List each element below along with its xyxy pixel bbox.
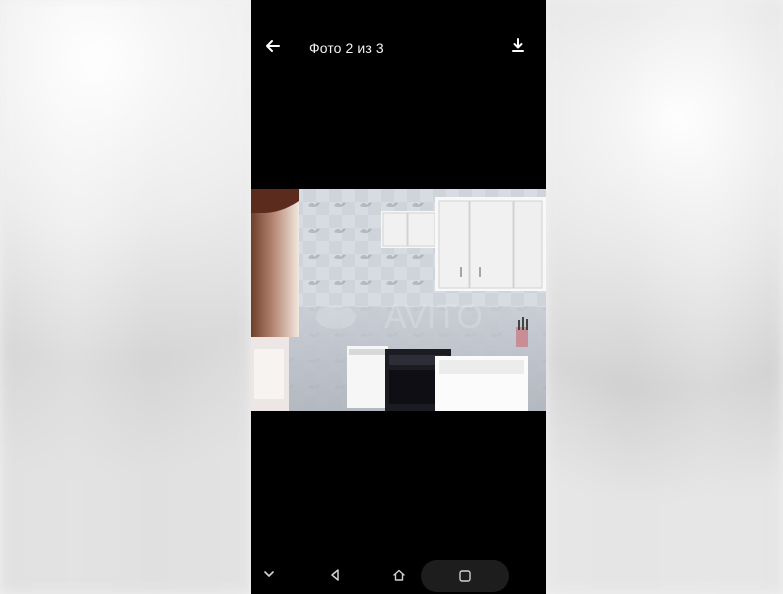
kitchen-photo[interactable]: AVITO (251, 189, 546, 411)
recent-apps-icon (459, 570, 471, 582)
kitchen-photo-image: AVITO (251, 189, 546, 411)
watermark-label: AVITO (384, 298, 483, 336)
download-button[interactable] (506, 34, 530, 58)
chevron-down-icon (264, 571, 274, 577)
screenshot-canvas: Фото 2 из 3 AVITO (0, 0, 783, 594)
system-home-button[interactable] (388, 564, 410, 586)
nav-collapse-button[interactable] (259, 564, 279, 584)
blurred-left-background (0, 0, 251, 594)
photo-counter-title: Фото 2 из 3 (309, 40, 384, 56)
triangle-back-icon (331, 569, 339, 581)
download-icon (512, 38, 524, 52)
system-back-button[interactable] (324, 564, 346, 586)
home-icon (393, 569, 405, 581)
top-bar: Фото 2 из 3 (251, 0, 546, 72)
blurred-right-background (546, 0, 783, 594)
phone-viewer: Фото 2 из 3 AVITO (251, 0, 546, 594)
recent-apps-button[interactable] (421, 560, 509, 592)
back-button[interactable] (259, 32, 287, 60)
system-navigation-bar (251, 556, 546, 594)
arrow-left-icon (266, 40, 280, 52)
